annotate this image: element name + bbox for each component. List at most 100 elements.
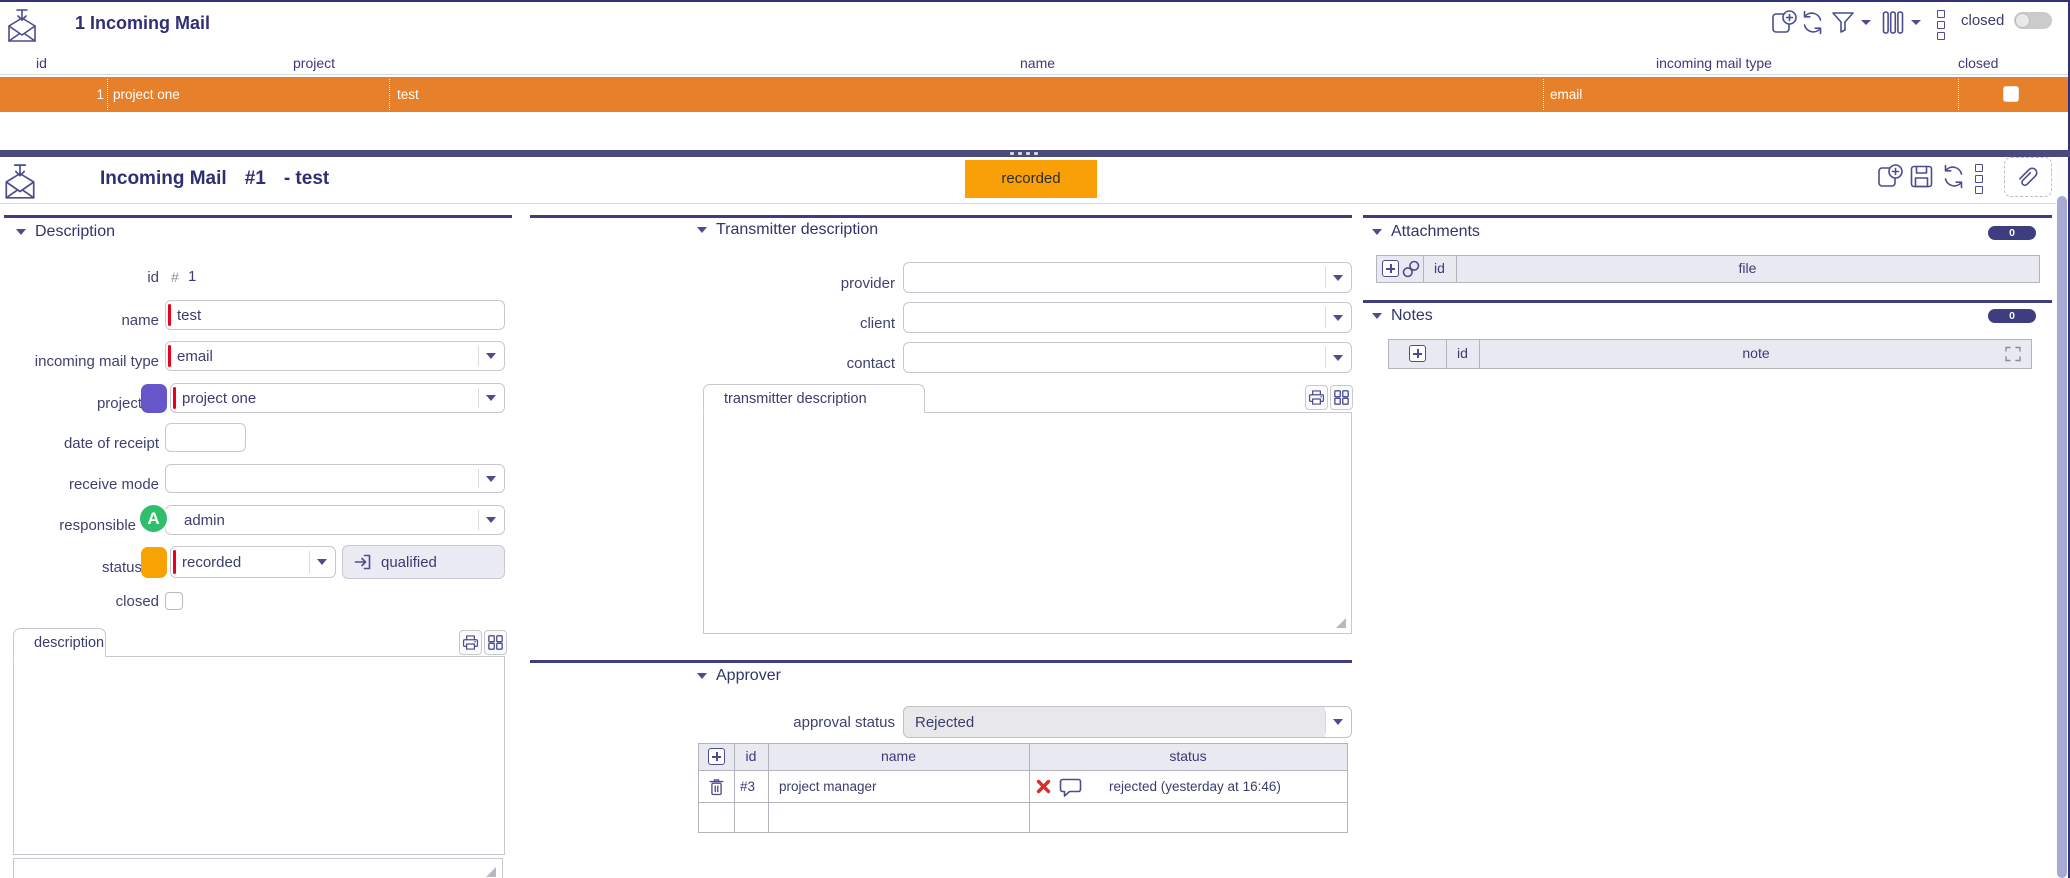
collapse-arrow-icon — [16, 229, 26, 235]
status-value: recorded — [182, 553, 242, 571]
dropdown-arrow-icon[interactable] — [1325, 263, 1351, 292]
dropdown-arrow-icon[interactable] — [1325, 707, 1351, 737]
expand-icon[interactable] — [2005, 346, 2021, 362]
name-input[interactable]: test — [165, 300, 505, 330]
print-button[interactable] — [1305, 385, 1328, 410]
client-label: client — [859, 315, 895, 332]
dropdown-arrow-icon[interactable] — [478, 342, 504, 370]
approver-row[interactable]: #3 project manager rejected (yesterday a… — [699, 770, 1347, 803]
column-header-type[interactable]: incoming mail type — [1656, 55, 1772, 71]
panel-splitter[interactable] — [0, 150, 2070, 157]
contact-select[interactable] — [903, 342, 1352, 373]
notes-section-header[interactable]: Notes — [1372, 307, 1433, 325]
collapse-arrow-icon — [697, 227, 707, 233]
notes-table-header: id note — [1389, 340, 2031, 368]
add-attachment-button[interactable] — [1382, 260, 1399, 277]
approver-section-header[interactable]: Approver — [697, 667, 781, 685]
id-value: 1 — [188, 268, 197, 285]
closed-label: closed — [115, 593, 159, 610]
description-textarea[interactable] — [13, 858, 503, 878]
print-button[interactable] — [459, 630, 482, 655]
notes-header-id[interactable]: id — [1446, 345, 1479, 361]
rejected-x-icon — [1036, 779, 1051, 799]
add-approver-button[interactable] — [708, 748, 725, 765]
new-record-button[interactable] — [1770, 9, 1797, 36]
receipt-input[interactable] — [165, 423, 246, 452]
new-record-button[interactable] — [1876, 163, 1903, 190]
column-header-project[interactable]: project — [293, 55, 335, 71]
attachments-section-header[interactable]: Attachments — [1372, 223, 1480, 241]
link-icon[interactable] — [1401, 259, 1421, 279]
resize-grip-icon[interactable] — [486, 867, 496, 877]
transmitter-tab[interactable]: transmitter description — [703, 384, 925, 413]
refresh-button[interactable] — [1799, 9, 1826, 36]
refresh-button[interactable] — [1940, 163, 1967, 190]
type-select[interactable]: email — [165, 341, 505, 371]
required-marker — [168, 345, 171, 367]
transition-button-label: qualified — [381, 553, 437, 571]
name-value: test — [177, 306, 202, 324]
description-section-header[interactable]: Description — [16, 223, 115, 241]
attachment-button[interactable] — [2004, 157, 2052, 197]
scrollbar-thumb[interactable] — [2057, 196, 2067, 878]
notes-header-note[interactable]: note — [1479, 345, 2033, 361]
form-menu-button[interactable] — [1975, 164, 1983, 194]
status-color-swatch — [141, 547, 167, 578]
project-select[interactable]: project one — [170, 383, 505, 413]
columns-button[interactable] — [1882, 10, 1921, 35]
form-title-text: Incoming Mail — [100, 168, 227, 189]
transmitter-section-header[interactable]: Transmitter description — [697, 221, 878, 239]
dropdown-arrow-icon[interactable] — [1325, 303, 1351, 332]
filter-button[interactable] — [1831, 11, 1871, 34]
dropdown-arrow-icon[interactable] — [478, 384, 504, 412]
receive-select[interactable] — [165, 464, 505, 493]
attachments-header-file[interactable]: file — [1456, 260, 2039, 276]
delete-approver-button[interactable] — [707, 777, 726, 797]
form-scrollbar[interactable] — [2056, 157, 2068, 878]
responsible-select[interactable]: admin — [165, 505, 505, 535]
closed-checkbox[interactable] — [165, 592, 183, 610]
list-menu-button[interactable] — [1937, 10, 1945, 40]
responsible-value: admin — [184, 511, 225, 529]
comment-bubble-icon[interactable] — [1059, 778, 1082, 798]
resize-grip-icon[interactable] — [1336, 618, 1346, 628]
approval-status-select[interactable]: Rejected — [903, 706, 1352, 738]
client-select[interactable] — [903, 302, 1352, 333]
incoming-mail-icon — [2, 163, 38, 201]
save-button[interactable] — [1908, 163, 1935, 190]
column-header-name[interactable]: name — [1020, 55, 1055, 71]
project-label: project — [96, 395, 142, 412]
closed-filter-toggle[interactable] — [2014, 12, 2052, 29]
approver-table-header: id name status — [699, 744, 1347, 771]
dropdown-arrow-icon[interactable] — [478, 465, 504, 492]
app-window: 1 Incoming Mail closed id project name i… — [0, 0, 2070, 878]
dropdown-arrow-icon[interactable] — [309, 547, 335, 577]
translate-button[interactable] — [484, 630, 507, 655]
tab-label: description — [34, 634, 105, 651]
row-closed-checkbox[interactable] — [2003, 86, 2019, 102]
provider-select[interactable] — [903, 262, 1352, 293]
status-select[interactable]: recorded — [170, 546, 336, 578]
add-note-button[interactable] — [1409, 345, 1426, 362]
list-row-selected[interactable]: 1 project one test email — [0, 77, 2068, 112]
column-header-id[interactable]: id — [36, 55, 47, 71]
dropdown-arrow-icon[interactable] — [478, 506, 504, 534]
project-color-swatch — [141, 384, 167, 413]
type-label: incoming mail type — [34, 353, 159, 370]
attachments-header-id[interactable]: id — [1423, 260, 1456, 276]
qualified-transition-button[interactable]: qualified — [342, 545, 505, 579]
table-separator — [1479, 340, 1480, 368]
approver-header-status[interactable]: status — [1029, 748, 1347, 764]
description-tab[interactable]: description — [13, 628, 106, 657]
form-panel: Incoming Mail #1 - test recorded Descrip… — [0, 157, 2068, 878]
column-separator — [1543, 79, 1544, 110]
form-title: Incoming Mail #1 - test — [100, 168, 329, 190]
dropdown-arrow-icon[interactable] — [1325, 343, 1351, 372]
transition-arrow-icon — [354, 554, 371, 570]
transmitter-textarea[interactable] — [703, 412, 1352, 634]
list-panel: 1 Incoming Mail closed id project name i… — [0, 2, 2068, 150]
column-header-closed[interactable]: closed — [1958, 55, 1998, 71]
approver-header-id[interactable]: id — [734, 748, 768, 764]
approver-header-name[interactable]: name — [768, 748, 1029, 764]
translate-button[interactable] — [1330, 385, 1353, 410]
